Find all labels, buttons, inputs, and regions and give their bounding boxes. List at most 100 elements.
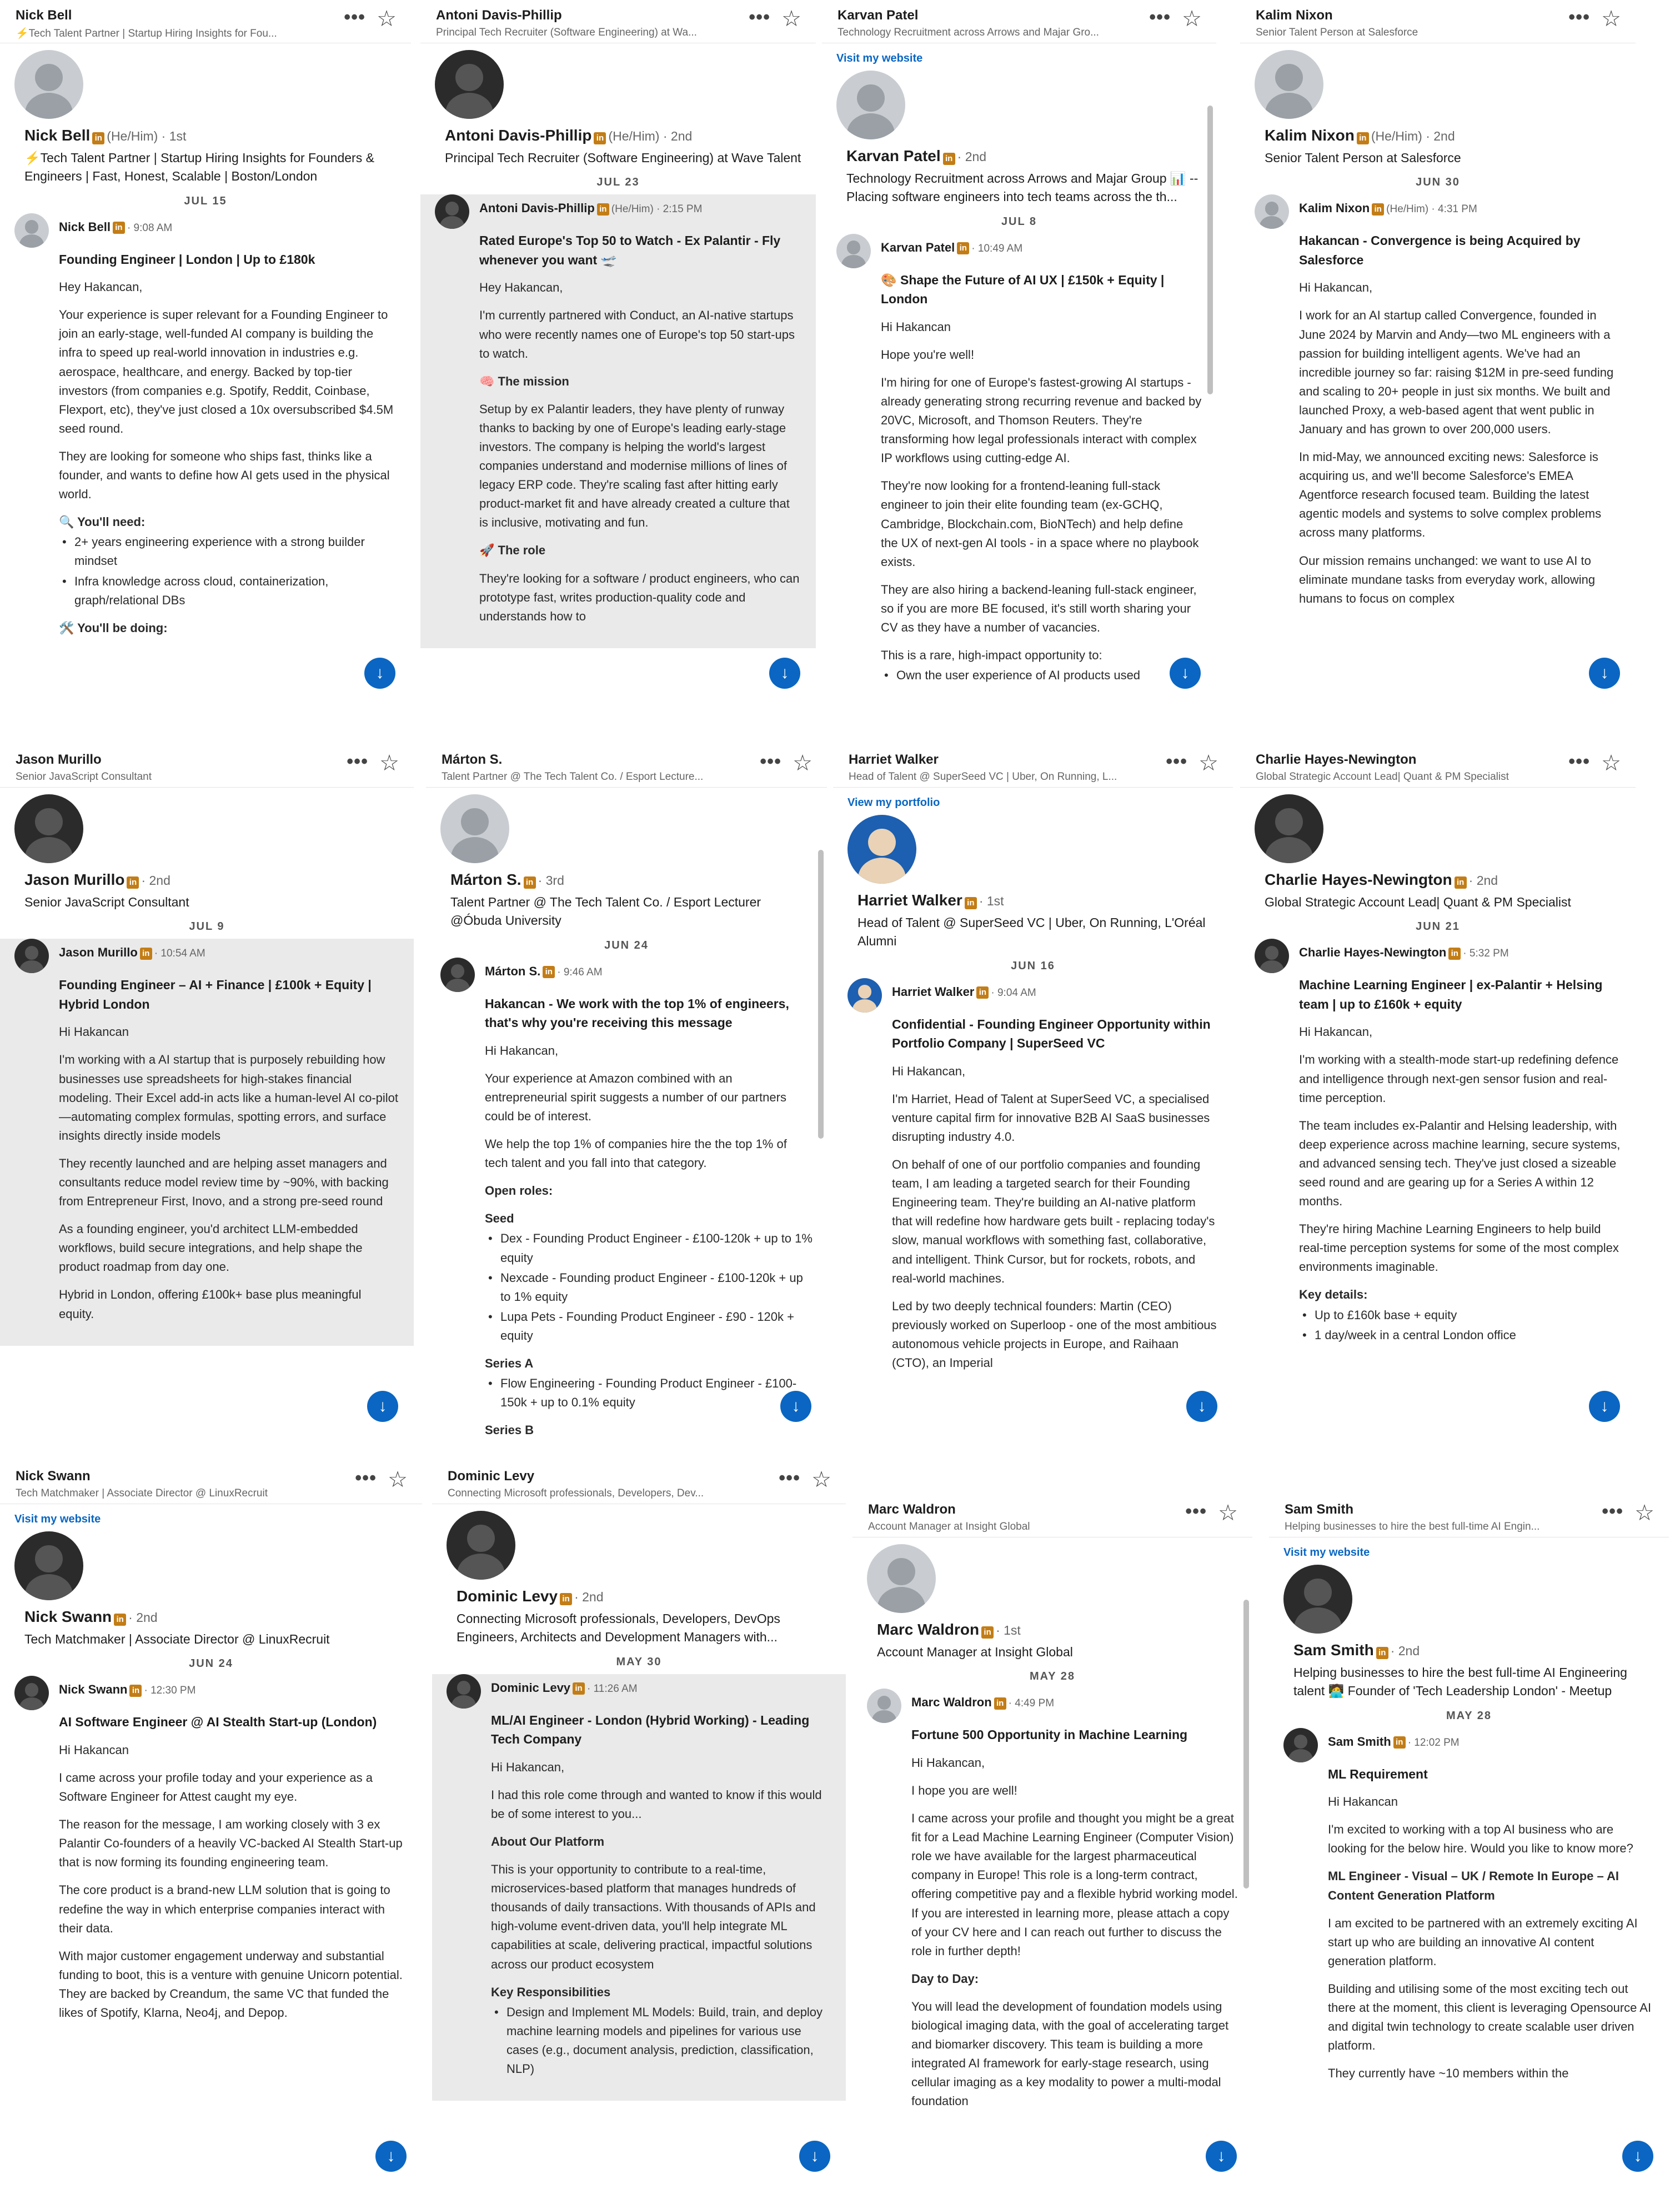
profile-name[interactable]: Marc Waldron <box>877 1621 979 1638</box>
sender-avatar[interactable] <box>867 1689 901 1724</box>
profile-name[interactable]: Harriet Walker <box>857 891 962 909</box>
conversation-scroll[interactable]: Visit my website Nick Swann in · 2nd Tech … <box>0 1504 422 2194</box>
header-name[interactable]: Marc Waldron <box>868 1502 1156 1517</box>
arrow-down-icon[interactable]: ↓ <box>367 1391 398 1422</box>
profile-link[interactable]: View my portfolio <box>847 797 1218 809</box>
sender-name[interactable]: Dominic Levy <box>491 1681 570 1695</box>
star-outline-icon[interactable]: ☆ <box>1182 8 1202 30</box>
arrow-down-icon[interactable]: ↓ <box>364 658 395 689</box>
profile-name[interactable]: Kalim Nixon <box>1265 127 1355 144</box>
sender-avatar[interactable] <box>14 939 49 974</box>
sender-name[interactable]: Sam Smith <box>1328 1735 1391 1749</box>
sender-avatar[interactable] <box>435 194 469 229</box>
more-horizontal-icon[interactable]: ••• <box>1568 751 1590 773</box>
profile-name[interactable]: Charlie Hayes-Newington <box>1265 871 1452 888</box>
conversation-scroll[interactable]: Charlie Hayes-Newington in · 2nd Global St… <box>1240 788 1636 1455</box>
profile-name[interactable]: Antoni Davis-Phillip <box>445 127 591 144</box>
star-outline-icon[interactable]: ☆ <box>781 8 801 30</box>
sender-name[interactable]: Antoni Davis-Phillip <box>479 201 595 215</box>
sender-name[interactable]: Márton S. <box>485 964 540 978</box>
more-horizontal-icon[interactable]: ••• <box>1166 751 1187 773</box>
more-horizontal-icon[interactable]: ••• <box>344 7 365 28</box>
arrow-down-icon[interactable]: ↓ <box>1622 2141 1653 2172</box>
header-name[interactable]: Harriet Walker <box>849 752 1137 768</box>
arrow-down-icon[interactable]: ↓ <box>375 2141 407 2172</box>
profile-name[interactable]: Jason Murillo <box>24 871 124 888</box>
more-horizontal-icon[interactable]: ••• <box>355 1467 377 1489</box>
more-horizontal-icon[interactable]: ••• <box>1602 1501 1623 1522</box>
profile-name[interactable]: Nick Swann <box>24 1608 112 1625</box>
scrollbar[interactable] <box>1243 1600 1249 1889</box>
more-horizontal-icon[interactable]: ••• <box>749 7 770 28</box>
star-outline-icon[interactable]: ☆ <box>1601 8 1621 30</box>
sender-avatar[interactable] <box>1283 1727 1318 1762</box>
more-horizontal-icon[interactable]: ••• <box>1149 7 1171 28</box>
more-horizontal-icon[interactable]: ••• <box>1185 1501 1207 1522</box>
star-outline-icon[interactable]: ☆ <box>1218 1502 1238 1524</box>
conversation-scroll[interactable]: Antoni Davis-Phillip in (He/Him) · 2nd Pri… <box>420 43 816 722</box>
star-outline-icon[interactable]: ☆ <box>811 1469 831 1491</box>
profile-avatar[interactable] <box>847 815 916 884</box>
arrow-down-icon[interactable]: ↓ <box>780 1391 811 1422</box>
arrow-down-icon[interactable]: ↓ <box>769 658 800 689</box>
profile-avatar[interactable] <box>867 1544 936 1613</box>
star-outline-icon[interactable]: ☆ <box>1634 1502 1654 1524</box>
profile-avatar[interactable] <box>14 1531 83 1600</box>
arrow-down-icon[interactable]: ↓ <box>799 2141 830 2172</box>
conversation-scroll[interactable]: Kalim Nixon in (He/Him) · 2nd Senior Talen… <box>1240 43 1636 722</box>
profile-name[interactable]: Nick Bell <box>24 127 90 144</box>
profile-avatar[interactable] <box>836 71 905 139</box>
profile-name[interactable]: Karvan Patel <box>846 147 941 164</box>
arrow-down-icon[interactable]: ↓ <box>1589 658 1620 689</box>
sender-avatar[interactable] <box>14 1676 49 1711</box>
arrow-down-icon[interactable]: ↓ <box>1206 2141 1237 2172</box>
header-name[interactable]: Márton S. <box>442 752 731 768</box>
sender-avatar[interactable] <box>847 978 882 1013</box>
sender-avatar[interactable] <box>447 1674 481 1709</box>
header-name[interactable]: Nick Bell <box>16 8 313 23</box>
profile-avatar[interactable] <box>1255 794 1323 863</box>
profile-link[interactable]: Visit my website <box>836 52 1202 65</box>
sender-name[interactable]: Nick Bell <box>59 220 111 234</box>
sender-avatar[interactable] <box>1255 939 1289 974</box>
star-outline-icon[interactable]: ☆ <box>379 752 399 774</box>
conversation-scroll[interactable]: Visit my website Sam Smith in · 2nd Helpin… <box>1269 1537 1669 2194</box>
profile-avatar[interactable] <box>1255 50 1323 119</box>
sender-name[interactable]: Marc Waldron <box>911 1695 992 1709</box>
header-name[interactable]: Nick Swann <box>16 1469 322 1484</box>
more-horizontal-icon[interactable]: ••• <box>760 751 781 773</box>
header-name[interactable]: Sam Smith <box>1285 1502 1573 1517</box>
profile-name[interactable]: Sam Smith <box>1293 1641 1374 1659</box>
header-name[interactable]: Antoni Davis-Phillip <box>436 8 721 23</box>
sender-avatar[interactable] <box>836 233 871 268</box>
profile-avatar[interactable] <box>14 794 83 863</box>
scrollbar[interactable] <box>1207 106 1213 394</box>
star-outline-icon[interactable]: ☆ <box>377 8 397 30</box>
star-outline-icon[interactable]: ☆ <box>1198 752 1218 774</box>
conversation-scroll[interactable]: Jason Murillo in · 2nd Senior JavaScript C… <box>0 788 414 1455</box>
star-outline-icon[interactable]: ☆ <box>793 752 813 774</box>
header-name[interactable]: Kalim Nixon <box>1256 8 1541 23</box>
conversation-scroll[interactable]: Marc Waldron in · 1st Account Manager at I… <box>852 1537 1252 2194</box>
more-horizontal-icon[interactable]: ••• <box>1568 7 1590 28</box>
star-outline-icon[interactable]: ☆ <box>1601 752 1621 774</box>
conversation-scroll[interactable]: Visit my website Karvan Patel in · 2nd Tec… <box>822 43 1216 722</box>
conversation-scroll[interactable]: Nick Bell in (He/Him) · 1st ⚡Tech Talent P… <box>0 43 411 722</box>
sender-avatar[interactable] <box>14 213 49 248</box>
star-outline-icon[interactable]: ☆ <box>388 1469 408 1491</box>
sender-name[interactable]: Kalim Nixon <box>1299 201 1370 215</box>
header-name[interactable]: Dominic Levy <box>448 1469 747 1484</box>
profile-avatar[interactable] <box>435 50 504 119</box>
more-horizontal-icon[interactable]: ••• <box>347 751 368 773</box>
arrow-down-icon[interactable]: ↓ <box>1186 1391 1217 1422</box>
sender-name[interactable]: Jason Murillo <box>59 945 138 959</box>
profile-link[interactable]: Visit my website <box>1283 1546 1654 1559</box>
sender-name[interactable]: Karvan Patel <box>881 241 955 254</box>
arrow-down-icon[interactable]: ↓ <box>1170 658 1201 689</box>
arrow-down-icon[interactable]: ↓ <box>1589 1391 1620 1422</box>
profile-avatar[interactable] <box>440 794 509 863</box>
conversation-scroll[interactable]: View my portfolio Harriet Walker in · 1st … <box>833 788 1233 1455</box>
profile-avatar[interactable] <box>1283 1565 1352 1634</box>
header-name[interactable]: Charlie Hayes-Newington <box>1256 752 1541 768</box>
conversation-scroll[interactable]: Márton S. in · 3rd Talent Partner @ The Te… <box>426 788 827 1455</box>
